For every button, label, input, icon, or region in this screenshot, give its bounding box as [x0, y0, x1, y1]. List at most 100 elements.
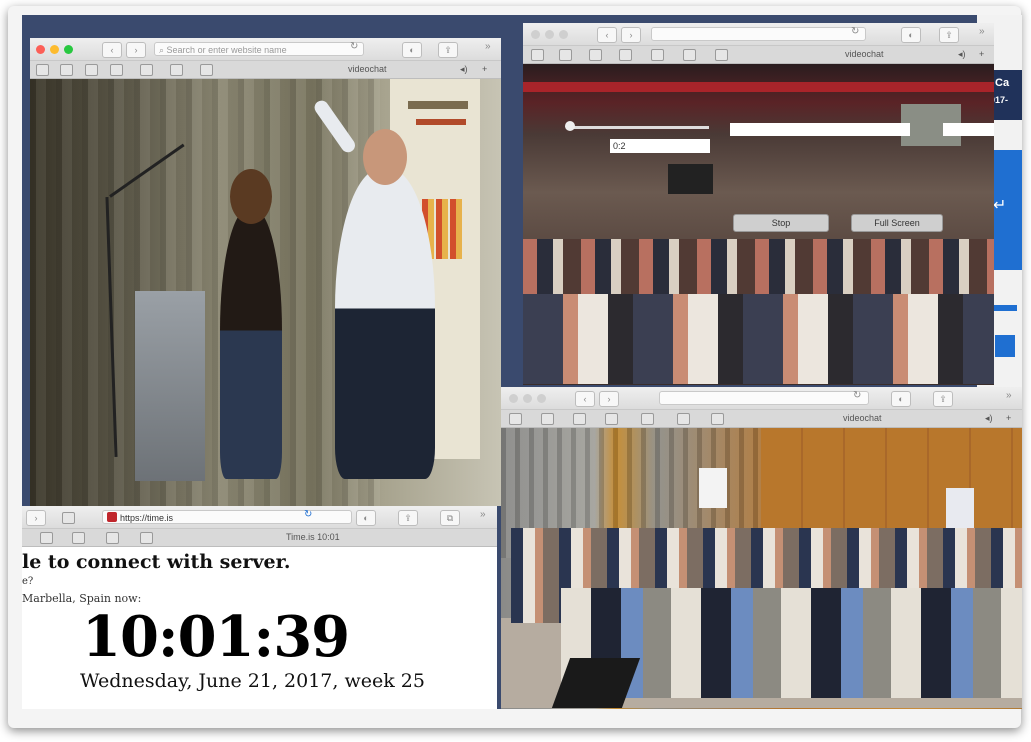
google-icon-2[interactable] — [110, 64, 123, 76]
site-favicon — [107, 512, 117, 522]
share-button[interactable]: ⇪ — [933, 391, 953, 407]
more-icon[interactable]: » — [1006, 390, 1012, 401]
reload-icon[interactable]: ↻ — [304, 509, 312, 520]
clock-display: 10:01:39 — [82, 604, 350, 670]
zoom-button[interactable] — [64, 45, 73, 54]
address-bar[interactable]: ⌕ Search or enter website name — [154, 42, 364, 56]
presenter-man — [335, 169, 435, 479]
connection-error: le to connect with server. — [22, 551, 291, 573]
minimize-button[interactable] — [50, 45, 59, 54]
video-icon[interactable] — [651, 49, 664, 61]
forward-button[interactable]: › — [621, 27, 641, 43]
app-icon[interactable] — [715, 49, 728, 61]
video-icon[interactable] — [140, 64, 153, 76]
bookmark-icon[interactable] — [509, 413, 522, 425]
address-text: https://time.is — [120, 513, 174, 523]
google-icon-2[interactable] — [605, 413, 618, 425]
vimeo-icon[interactable] — [106, 532, 119, 544]
video-hall: 0:2 Stop Full Screen — [523, 64, 994, 385]
privacy-button[interactable]: ◐ — [356, 510, 376, 526]
flipchart — [699, 468, 727, 508]
overlay-field-text: 0:2 — [613, 141, 626, 151]
app-icon[interactable] — [200, 64, 213, 76]
new-tab-button[interactable]: + — [979, 49, 984, 59]
zoom-button[interactable] — [537, 394, 546, 403]
tab-bar: videochat ◂) + — [523, 46, 994, 64]
reload-icon[interactable]: ↻ — [853, 390, 861, 401]
volume-slider[interactable] — [567, 126, 709, 129]
vimeo-icon[interactable] — [683, 49, 696, 61]
reload-icon[interactable]: ↻ — [350, 41, 358, 52]
presenter-man-head — [363, 129, 407, 185]
google-icon[interactable] — [85, 64, 98, 76]
app-icon[interactable] — [711, 413, 724, 425]
full-screen-button[interactable]: Full Screen — [851, 214, 943, 232]
video-presenters — [30, 79, 501, 506]
google-icon-2[interactable] — [619, 49, 632, 61]
address-bar[interactable] — [651, 27, 866, 41]
reading-list-icon[interactable] — [559, 49, 572, 61]
privacy-button[interactable]: ◐ — [901, 27, 921, 43]
tab-title: Time.is 10:01 — [286, 532, 340, 542]
browser-window-presenters: ‹ › ⌕ Search or enter website name ↻ ◐ ⇪… — [30, 38, 501, 506]
browser-window-room: ‹ › ↻ ◐ ⇪ » videochat ◂) + — [501, 387, 1022, 709]
address-placeholder: Search or enter website name — [166, 45, 287, 55]
overlay-field[interactable]: 0:2 — [610, 139, 710, 153]
bookmark-icon[interactable] — [531, 49, 544, 61]
vimeo-icon[interactable] — [170, 64, 183, 76]
share-button[interactable]: ⇪ — [398, 510, 418, 526]
new-tab-button[interactable]: + — [482, 64, 487, 74]
app-icon[interactable] — [140, 532, 153, 544]
address-bar[interactable] — [659, 391, 869, 405]
speaker-icon: ◂) — [958, 49, 966, 59]
minimize-button[interactable] — [523, 394, 532, 403]
stop-button[interactable]: Stop — [733, 214, 829, 232]
privacy-button[interactable]: ◐ — [402, 42, 422, 58]
overlay-input-2[interactable] — [943, 123, 994, 136]
share-button[interactable]: ⇪ — [939, 27, 959, 43]
google-icon[interactable] — [589, 49, 602, 61]
reload-icon[interactable]: ↻ — [851, 26, 859, 37]
tab-bar: videochat ◂) + — [30, 61, 501, 79]
back-button[interactable]: ‹ — [597, 27, 617, 43]
ceiling-red-light — [523, 82, 994, 92]
banner-text-2 — [416, 119, 466, 125]
tabs-button[interactable]: ⧉ — [440, 510, 460, 526]
minimize-button[interactable] — [545, 30, 554, 39]
browser-window-hall: ‹ › ↻ ◐ ⇪ » videochat ◂) + 0:2 Stop Full… — [523, 23, 994, 385]
video-icon[interactable] — [641, 413, 654, 425]
back-arrow-icon: ↵ — [993, 197, 1007, 214]
volume-knob[interactable] — [565, 121, 575, 131]
bookmark-icon[interactable] — [36, 64, 49, 76]
zoom-button[interactable] — [559, 30, 568, 39]
close-button[interactable] — [36, 45, 45, 54]
address-bar[interactable]: https://time.is — [102, 510, 352, 524]
video-icon[interactable] — [72, 532, 85, 544]
browser-window-time: › https://time.is ↻ ◐ ⇪ ⧉ » Time.is 10:0… — [22, 506, 497, 709]
sidebar-icon[interactable] — [62, 512, 75, 524]
more-icon[interactable]: » — [480, 509, 486, 520]
window-toolbar: ‹ › ↻ ◐ ⇪ » — [501, 387, 1022, 410]
window-toolbar: ‹ › ↻ ◐ ⇪ » — [523, 23, 994, 46]
reading-list-icon[interactable] — [60, 64, 73, 76]
speaker-icon: ◂) — [985, 413, 993, 423]
tab-title: videochat — [348, 64, 387, 74]
reading-list-icon[interactable] — [541, 413, 554, 425]
back-button[interactable]: ‹ — [575, 391, 595, 407]
privacy-button[interactable]: ◐ — [891, 391, 911, 407]
more-icon[interactable]: » — [979, 26, 985, 37]
close-button[interactable] — [531, 30, 540, 39]
forward-button[interactable]: › — [26, 510, 46, 526]
new-tab-button[interactable]: + — [1006, 413, 1011, 423]
back-button[interactable]: ‹ — [102, 42, 122, 58]
audience-front — [523, 294, 994, 384]
google-icon[interactable] — [40, 532, 53, 544]
more-icon[interactable]: » — [485, 41, 491, 52]
forward-button[interactable]: › — [599, 391, 619, 407]
vimeo-icon[interactable] — [677, 413, 690, 425]
share-button[interactable]: ⇪ — [438, 42, 458, 58]
overlay-input[interactable] — [730, 123, 910, 136]
forward-button[interactable]: › — [126, 42, 146, 58]
google-icon[interactable] — [573, 413, 586, 425]
close-button[interactable] — [509, 394, 518, 403]
